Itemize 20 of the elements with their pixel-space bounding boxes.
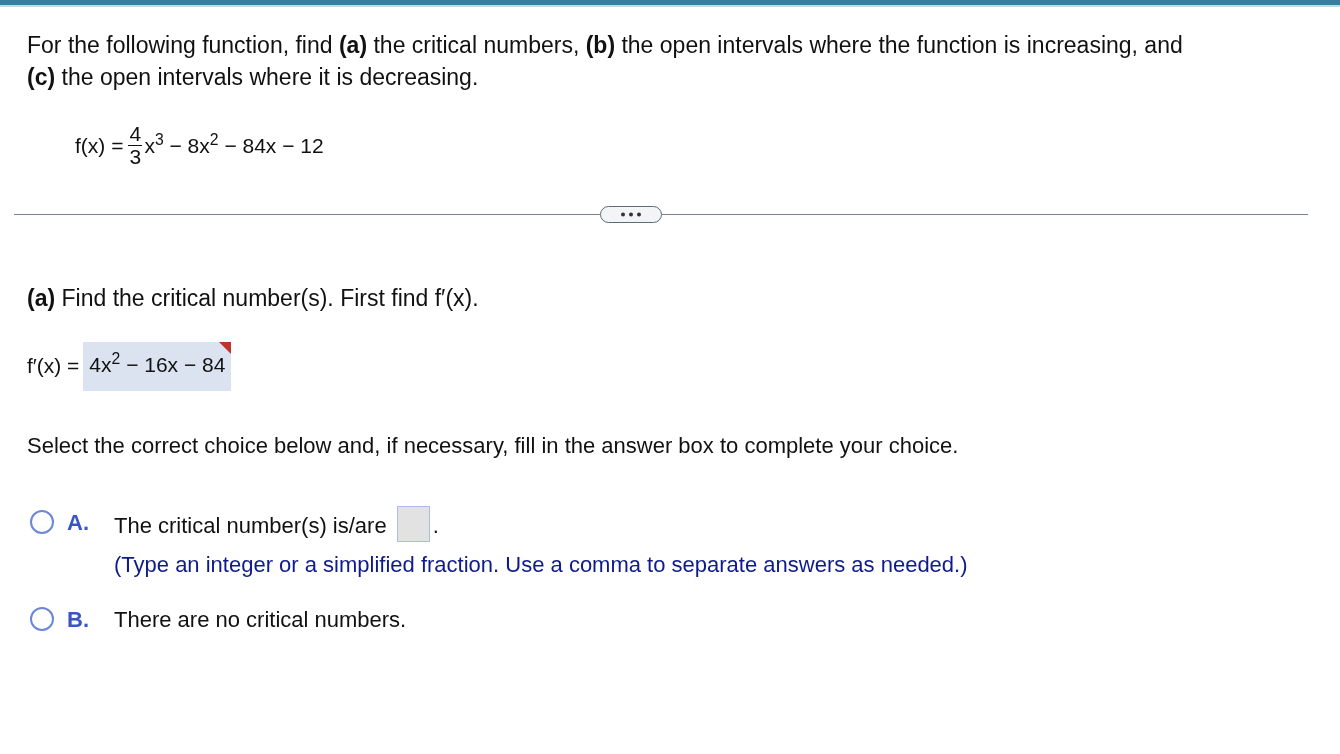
hint-text: (Type an integer or a simplified fraction. Use a comma to separate answers as needed.) xyxy=(114,550,968,579)
period-text: . xyxy=(432,511,439,540)
derivative-label: f′(x) = xyxy=(27,353,80,380)
choice-text: The critical number(s) is/are xyxy=(114,511,387,540)
choice-text: There are no critical numbers. xyxy=(114,605,407,634)
instruction-text: Select the correct choice below and, if necessary, fill in the answer box to complete your choice. xyxy=(27,431,960,460)
radio-button[interactable] xyxy=(30,606,54,631)
answer-field[interactable]: 4x$^{2}$ − 16x − 84 xyxy=(83,341,232,391)
fraction-denominator: 3 xyxy=(129,146,142,168)
fraction-numerator: 4 xyxy=(128,123,143,145)
question-text: For the following function, find (a) the critical numbers, (b) the open intervals where the function is increasing, and (c) the open intervals where it is decreasing. xyxy=(27,31,1184,92)
function-expression: x$^{3}$ − 8x$^{2}$ − 84x − 12 xyxy=(144,129,324,159)
more-button[interactable] xyxy=(600,206,662,223)
radio-button[interactable] xyxy=(30,509,54,534)
choice-letter: A. xyxy=(67,508,90,537)
choice-letter: B. xyxy=(67,605,90,634)
answer-box[interactable] xyxy=(396,505,430,542)
ellipsis-icon xyxy=(620,212,642,217)
part-a-prompt: (a) Find the critical number(s). First find f′(x). xyxy=(27,284,480,313)
function-label: f(x) = xyxy=(75,132,124,159)
